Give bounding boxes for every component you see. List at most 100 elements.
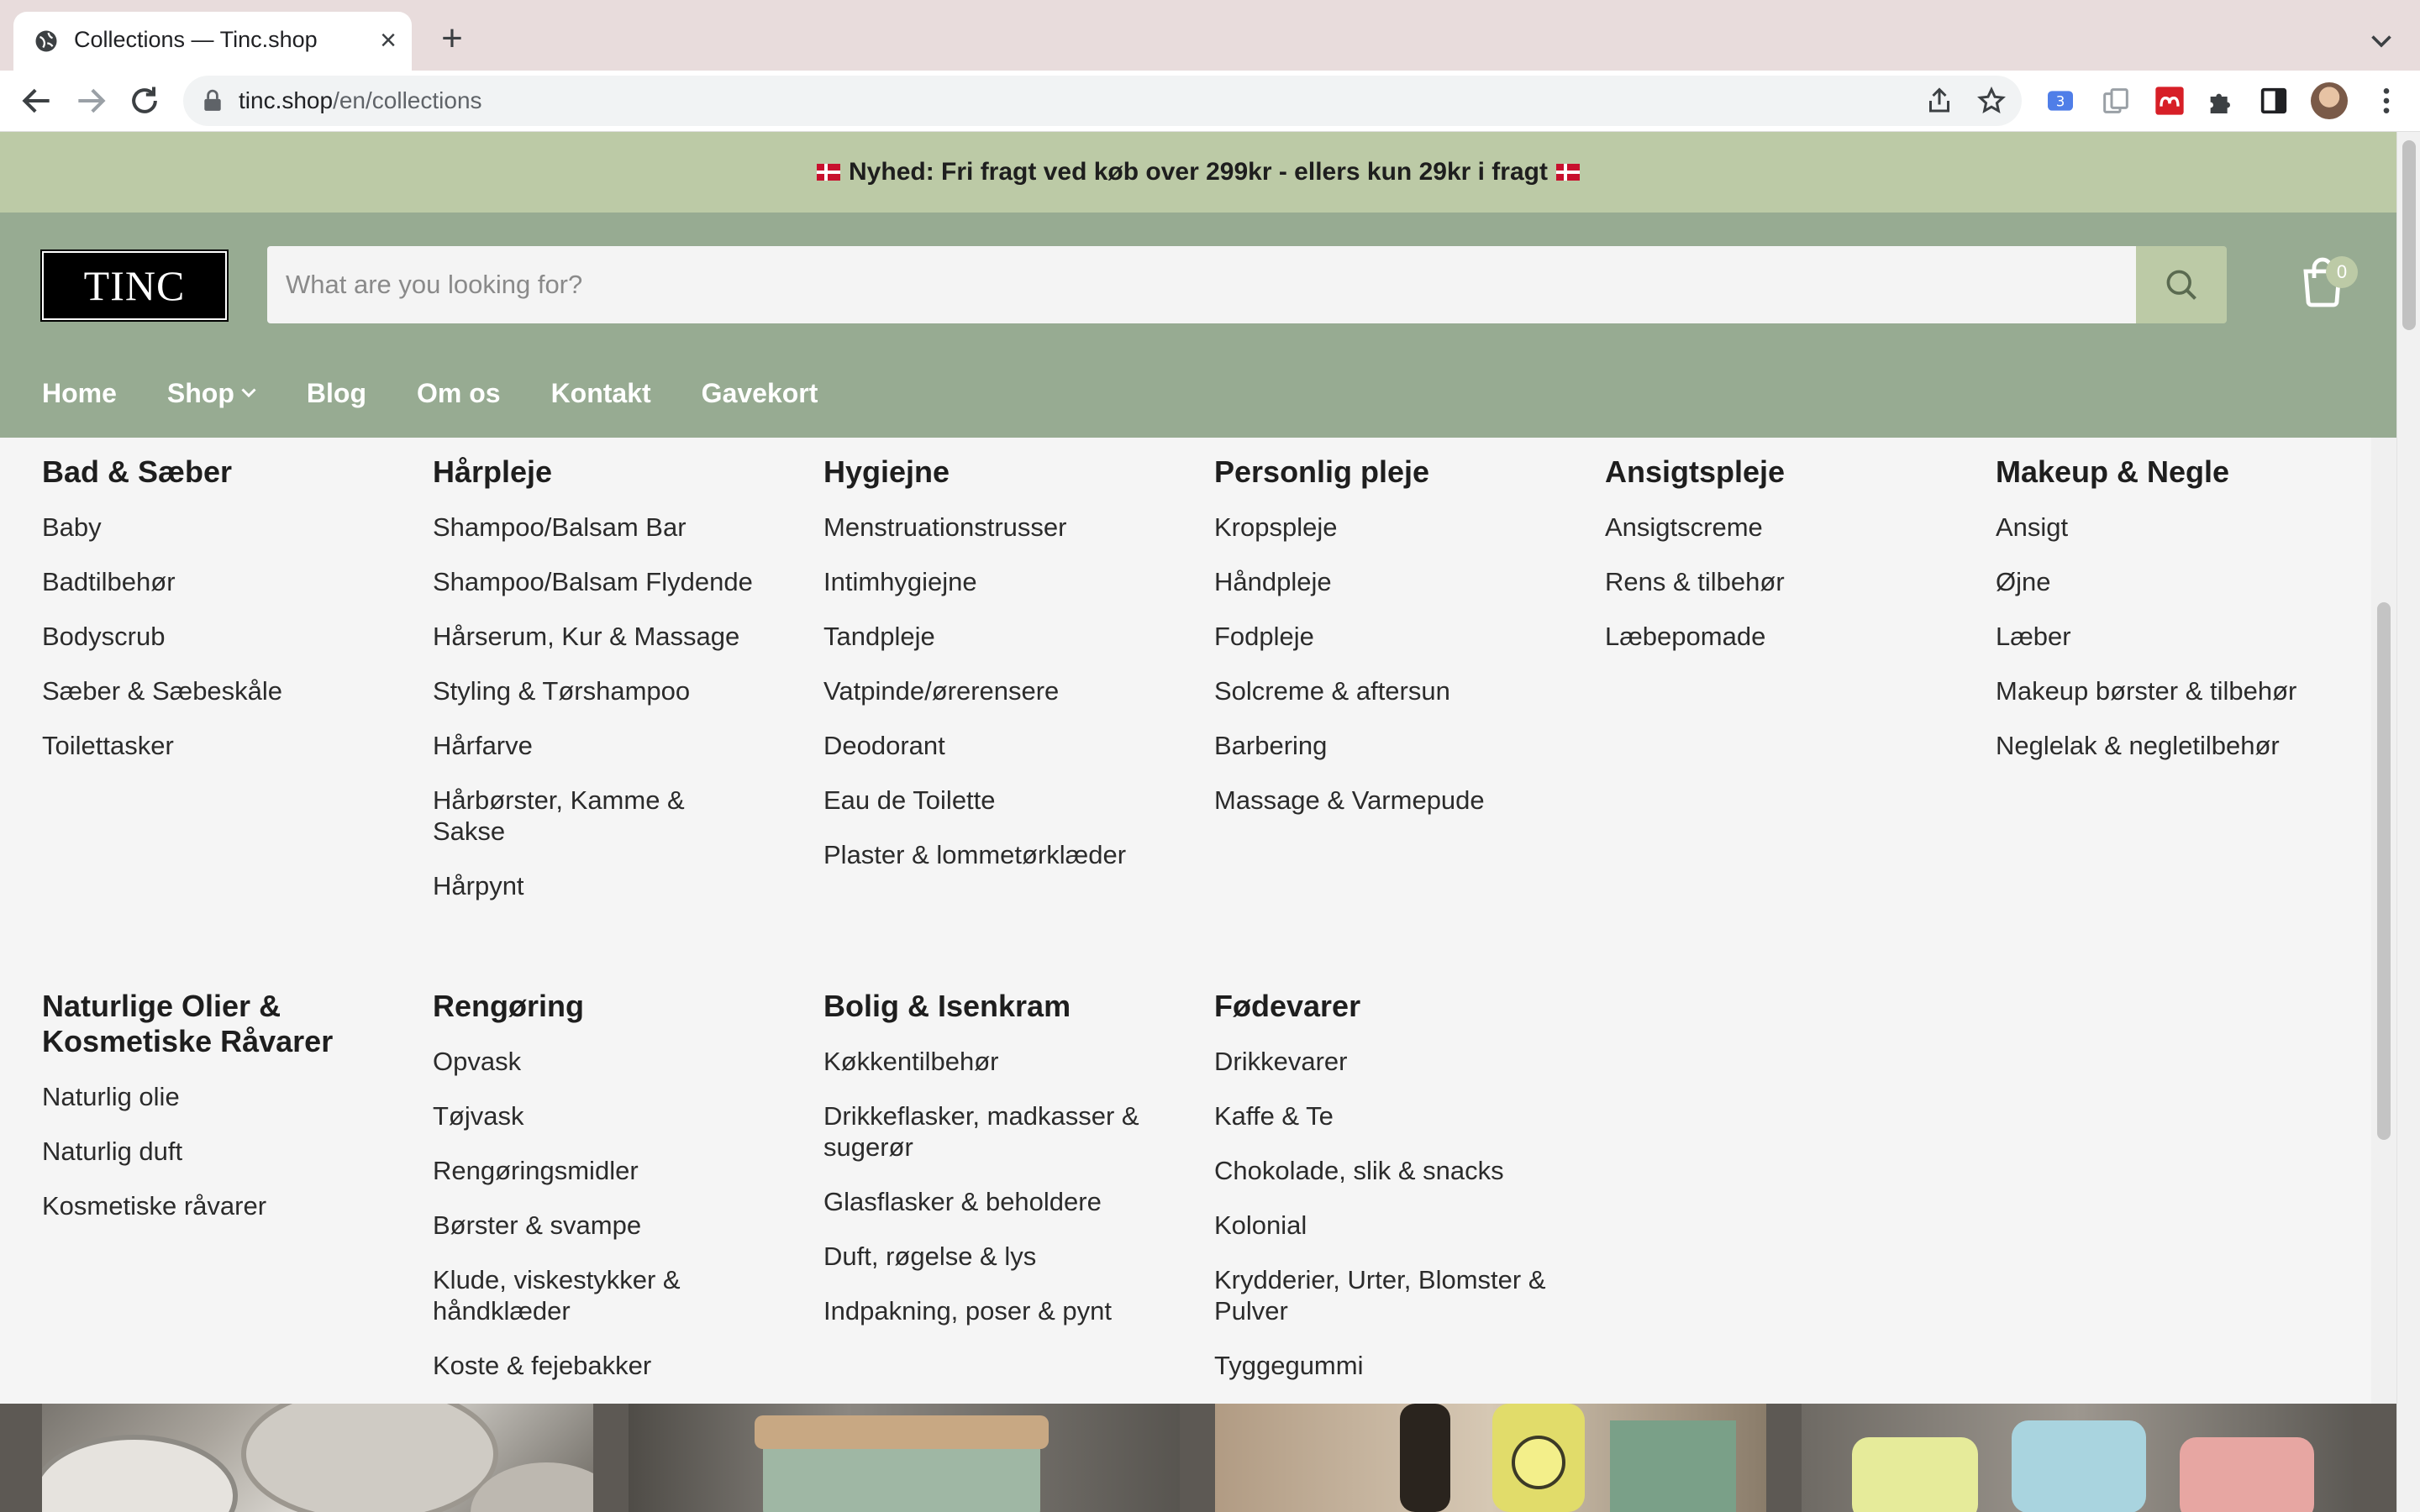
- menu-link[interactable]: Vatpinde/ørerensere: [823, 675, 1176, 706]
- nav-item-shop[interactable]: Shop: [167, 378, 256, 409]
- menu-column-title[interactable]: Ansigtspleje: [1605, 454, 1958, 490]
- search-button[interactable]: [2136, 246, 2227, 323]
- menu-link[interactable]: Drikkevarer: [1214, 1046, 1567, 1077]
- menu-link[interactable]: Ansigt: [1996, 512, 2365, 543]
- side-panel-icon[interactable]: [2257, 84, 2291, 118]
- collection-thumbnail[interactable]: [629, 1404, 1180, 1512]
- menu-column-title[interactable]: Bolig & Isenkram: [823, 989, 1176, 1024]
- menu-column-title[interactable]: Naturlige Olier & Kosmetiske Råvarer: [42, 989, 378, 1059]
- menu-link[interactable]: Drikkeflasker, madkasser & sugerør: [823, 1100, 1168, 1163]
- menu-link[interactable]: Læbepomade: [1605, 621, 1958, 652]
- menu-link[interactable]: Styling & Tørshampoo: [433, 675, 769, 706]
- menu-column-title[interactable]: Hygiejne: [823, 454, 1176, 490]
- menu-link[interactable]: Tyggegummi: [1214, 1350, 1567, 1381]
- menu-link[interactable]: Børster & svampe: [433, 1210, 752, 1241]
- menu-link[interactable]: Ansigtscreme: [1605, 512, 1958, 543]
- menu-link[interactable]: Intimhygiejne: [823, 566, 1176, 597]
- menu-link[interactable]: Badtilbehør: [42, 566, 395, 597]
- menu-link[interactable]: Hårbørster, Kamme & Sakse: [433, 785, 710, 847]
- star-icon[interactable]: [1976, 86, 2007, 116]
- menu-link[interactable]: Neglelak & negletilbehør: [1996, 730, 2365, 761]
- menu-link[interactable]: Hårfarve: [433, 730, 769, 761]
- menu-link[interactable]: Øjne: [1996, 566, 2365, 597]
- menu-link[interactable]: Hårserum, Kur & Massage: [433, 621, 769, 652]
- menu-link[interactable]: Chokolade, slik & snacks: [1214, 1155, 1567, 1186]
- menu-column-title[interactable]: Hårpleje: [433, 454, 769, 490]
- menu-link[interactable]: Rengøringsmidler: [433, 1155, 752, 1186]
- menu-link[interactable]: Håndpleje: [1214, 566, 1567, 597]
- puzzle-icon[interactable]: [2205, 84, 2238, 118]
- cart-count-badge[interactable]: 0: [2326, 256, 2358, 288]
- menu-link[interactable]: Tøjvask: [433, 1100, 752, 1131]
- menu-link[interactable]: Plaster & lommetørklæder: [823, 839, 1176, 870]
- menu-link[interactable]: Sæber & Sæbeskåle: [42, 675, 395, 706]
- nav-item-om-os[interactable]: Om os: [417, 378, 501, 409]
- nav-item-blog[interactable]: Blog: [307, 378, 366, 409]
- close-icon[interactable]: ×: [373, 25, 403, 55]
- menu-column-title[interactable]: Bad & Sæber: [42, 454, 395, 490]
- menu-link[interactable]: Solcreme & aftersun: [1214, 675, 1567, 706]
- chevron-down-icon[interactable]: [2366, 25, 2396, 55]
- collection-thumbnail[interactable]: [42, 1404, 593, 1512]
- mega-menu-scrollbar-thumb[interactable]: [2377, 602, 2391, 1140]
- extension-translate-icon[interactable]: 3: [2044, 84, 2077, 118]
- menu-link[interactable]: Bodyscrub: [42, 621, 395, 652]
- menu-link[interactable]: Kosmetiske råvarer: [42, 1190, 378, 1221]
- menu-link[interactable]: Klude, viskestykker & håndklæder: [433, 1264, 710, 1326]
- url-text[interactable]: tinc.shop/en/collections: [239, 87, 482, 114]
- menu-link[interactable]: Glasflasker & beholdere: [823, 1186, 1176, 1217]
- extension-copy-icon[interactable]: [2099, 84, 2133, 118]
- menu-link[interactable]: Eau de Toilette: [823, 785, 1176, 816]
- menu-link[interactable]: Menstruationstrusser: [823, 512, 1176, 543]
- nav-item-home[interactable]: Home: [42, 378, 117, 409]
- menu-link[interactable]: Hårpynt: [433, 870, 769, 901]
- menu-link[interactable]: Toilettasker: [42, 730, 395, 761]
- address-bar[interactable]: tinc.shop/en/collections: [183, 76, 2022, 126]
- menu-link[interactable]: Koste & fejebakker: [433, 1350, 752, 1381]
- site-logo[interactable]: TINC: [42, 251, 227, 320]
- menu-link[interactable]: Baby: [42, 512, 395, 543]
- menu-link[interactable]: Rens & tilbehør: [1605, 566, 1958, 597]
- menu-link[interactable]: Massage & Varmepude: [1214, 785, 1567, 816]
- menu-link[interactable]: Kolonial: [1214, 1210, 1567, 1241]
- share-icon[interactable]: [1924, 86, 1954, 116]
- menu-link[interactable]: Naturlig olie: [42, 1081, 378, 1112]
- menu-link[interactable]: Deodorant: [823, 730, 1176, 761]
- menu-link[interactable]: Fodpleje: [1214, 621, 1567, 652]
- menu-link[interactable]: Duft, røgelse & lys: [823, 1241, 1176, 1272]
- collection-thumbnail[interactable]: [1802, 1404, 2353, 1512]
- menu-link[interactable]: Indpakning, poser & pynt: [823, 1295, 1176, 1326]
- mega-menu-scrollbar[interactable]: [2371, 438, 2396, 1404]
- menu-column-title[interactable]: Makeup & Negle: [1996, 454, 2365, 490]
- menu-link[interactable]: Kaffe & Te: [1214, 1100, 1567, 1131]
- menu-link[interactable]: Makeup børster & tilbehør: [1996, 675, 2365, 706]
- menu-column-title[interactable]: Rengøring: [433, 989, 752, 1024]
- kebab-menu-icon[interactable]: [2370, 84, 2403, 118]
- menu-link[interactable]: Kropspleje: [1214, 512, 1567, 543]
- reload-icon[interactable]: [126, 82, 163, 119]
- menu-link[interactable]: Naturlig duft: [42, 1136, 378, 1167]
- lock-icon[interactable]: [202, 89, 224, 113]
- menu-link[interactable]: Shampoo/Balsam Flydende: [433, 566, 769, 597]
- menu-link[interactable]: Barbering: [1214, 730, 1567, 761]
- plus-icon[interactable]: +: [435, 20, 469, 57]
- browser-tab-active[interactable]: Collections — Tinc.shop ×: [13, 12, 412, 71]
- extension-mendeley-icon[interactable]: [2153, 84, 2186, 118]
- back-icon[interactable]: [18, 82, 55, 119]
- menu-link[interactable]: Læber: [1996, 621, 2365, 652]
- page-scrollbar[interactable]: [2396, 132, 2420, 1512]
- nav-item-gavekort[interactable]: Gavekort: [702, 378, 818, 409]
- menu-link[interactable]: Køkkentilbehør: [823, 1046, 1176, 1077]
- menu-column-title[interactable]: Personlig pleje: [1214, 454, 1567, 490]
- nav-item-kontakt[interactable]: Kontakt: [551, 378, 651, 409]
- search-input[interactable]: [267, 246, 2136, 323]
- announcement-bar[interactable]: Nyhed: Fri fragt ved køb over 299kr - el…: [0, 132, 2396, 213]
- menu-link[interactable]: Opvask: [433, 1046, 752, 1077]
- collection-thumbnail[interactable]: [1215, 1404, 1766, 1512]
- menu-link[interactable]: Krydderier, Urter, Blomster & Pulver: [1214, 1264, 1559, 1326]
- page-scrollbar-thumb[interactable]: [2402, 140, 2416, 330]
- forward-icon[interactable]: [72, 82, 109, 119]
- menu-link[interactable]: Shampoo/Balsam Bar: [433, 512, 769, 543]
- menu-link[interactable]: Tandpleje: [823, 621, 1176, 652]
- menu-column-title[interactable]: Fødevarer: [1214, 989, 1567, 1024]
